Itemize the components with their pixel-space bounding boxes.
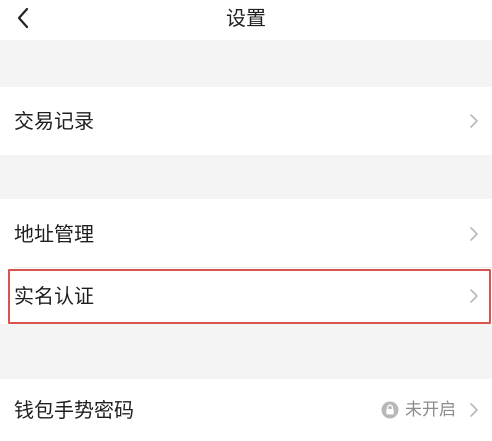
- settings-item-label: 地址管理: [14, 221, 94, 246]
- settings-item-gesture-password[interactable]: 钱包手势密码 未开启: [0, 379, 492, 441]
- settings-item-transactions[interactable]: 交易记录: [0, 87, 492, 155]
- top-nav-bar: 设置: [0, 0, 492, 40]
- chevron-right-icon: [468, 401, 480, 419]
- page-title: 设置: [226, 6, 266, 30]
- settings-item-real-name-verification[interactable]: 实名认证: [0, 268, 492, 324]
- settings-item-label: 实名认证: [14, 284, 94, 308]
- settings-item-label: 交易记录: [14, 109, 94, 133]
- chevron-right-icon: [468, 112, 480, 130]
- settings-item-label: 钱包手势密码: [14, 398, 134, 422]
- chevron-right-icon: [468, 225, 480, 243]
- settings-item-address-management[interactable]: 地址管理: [0, 199, 492, 268]
- chevron-right-icon: [468, 287, 480, 305]
- gesture-password-status: 未开启: [381, 399, 456, 421]
- status-text: 未开启: [405, 400, 456, 420]
- lock-icon: [381, 401, 399, 419]
